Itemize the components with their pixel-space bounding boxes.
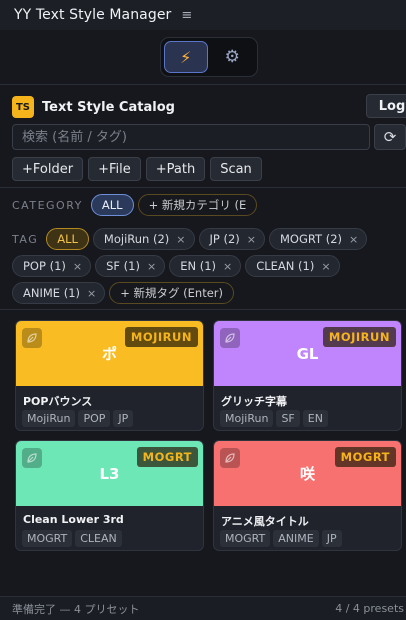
tag-chip-anime[interactable]: ANIME (1) × <box>12 282 106 304</box>
card-tag-chip: JP <box>321 530 342 547</box>
tag-chip-pop[interactable]: POP (1) × <box>12 255 92 277</box>
preset-count: 4 / 4 presets <box>335 602 404 615</box>
type-badge: MOJIRUN <box>322 327 396 347</box>
add-folder-button[interactable]: +Folder <box>12 157 84 181</box>
settings-button[interactable]: ⚙ <box>211 41 254 73</box>
lightning-icon: ⚡ <box>180 47 192 67</box>
quick-mode-button[interactable]: ⚡ <box>164 41 208 73</box>
gear-icon: ⚙ <box>224 47 240 67</box>
remove-tag-icon[interactable]: × <box>147 260 156 273</box>
status-bar: 準備完了 — 4 プリセット 4 / 4 presets <box>0 596 406 620</box>
card-tag-chip: MojiRun <box>220 410 274 427</box>
card-tag-chip: EN <box>302 410 328 427</box>
card-preview: MOJIRUN GL <box>214 321 401 386</box>
card-name: アニメ風タイトル <box>221 515 309 528</box>
card-tag-chip: MOGRT <box>220 530 271 547</box>
search-input[interactable] <box>12 124 370 150</box>
add-file-button[interactable]: +File <box>88 157 141 181</box>
divider <box>0 187 406 188</box>
card-tag-chip: MojiRun <box>22 410 76 427</box>
category-all-chip[interactable]: ALL <box>90 194 134 216</box>
new-tag-button[interactable]: + 新規タグ (Enter) <box>109 282 235 304</box>
preset-card[interactable]: MOJIRUN GL グリッチ字幕 MojiRun SF EN <box>213 320 402 431</box>
scan-button[interactable]: Scan <box>210 157 262 181</box>
tag-chip-clean[interactable]: CLEAN (1) × <box>245 255 340 277</box>
card-tags: MOGRT ANIME JP <box>214 530 401 547</box>
card-tags: MojiRun SF EN <box>214 410 401 427</box>
remove-tag-icon[interactable]: × <box>247 233 256 246</box>
divider <box>0 84 406 85</box>
tag-all-chip[interactable]: ALL <box>46 228 89 250</box>
leaf-icon <box>220 448 240 468</box>
new-category-button[interactable]: + 新規カテゴリ (E <box>137 194 258 216</box>
tag-filter: TAG ALL MojiRun (2) × JP (2) × MOGRT (2) × … <box>12 228 406 309</box>
remove-tag-icon[interactable]: × <box>223 260 232 273</box>
type-badge: MOGRT <box>334 447 396 467</box>
type-badge: MOJIRUN <box>124 327 198 347</box>
add-path-button[interactable]: +Path <box>145 157 206 181</box>
tag-chip-sf[interactable]: SF (1) × <box>95 255 166 277</box>
catalog-title: Text Style Catalog <box>42 99 175 115</box>
refresh-button[interactable]: ⟳ <box>374 124 406 150</box>
leaf-icon <box>22 448 42 468</box>
card-name: Clean Lower 3rd <box>23 513 124 526</box>
refresh-icon: ⟳ <box>383 128 397 146</box>
preview-glyph: L3 <box>99 464 120 483</box>
card-tag-chip: POP <box>78 410 111 427</box>
card-name: グリッチ字幕 <box>221 395 287 408</box>
card-preview: MOGRT L3 <box>16 441 203 506</box>
remove-tag-icon[interactable]: × <box>87 287 96 300</box>
action-toolbar: +Folder +File +Path Scan <box>12 157 267 181</box>
ts-logo-badge: TS <box>12 96 34 118</box>
status-text: 準備完了 — 4 プリセット <box>12 602 140 616</box>
tag-chip-mojirun[interactable]: MojiRun (2) × <box>92 228 195 250</box>
hamburger-icon[interactable]: ≡ <box>181 8 192 23</box>
title-bar: YY Text Style Manager ≡ <box>0 0 406 30</box>
card-preview: MOGRT 咲 <box>214 441 401 506</box>
log-button[interactable]: Log <box>366 94 406 118</box>
remove-tag-icon[interactable]: × <box>349 233 358 246</box>
preset-card[interactable]: MOGRT L3 Clean Lower 3rd MOGRT CLEAN <box>15 440 204 551</box>
tag-label: TAG <box>12 232 39 246</box>
tag-chip-mogrt[interactable]: MOGRT (2) × <box>269 228 368 250</box>
card-tag-chip: MOGRT <box>22 530 73 547</box>
preview-glyph: ポ <box>101 345 117 363</box>
mode-switcher: ⚡ ⚙ <box>160 37 258 77</box>
tag-chip-en[interactable]: EN (1) × <box>169 255 242 277</box>
remove-tag-icon[interactable]: × <box>176 233 185 246</box>
remove-tag-icon[interactable]: × <box>321 260 330 273</box>
divider <box>0 309 406 310</box>
leaf-icon <box>220 328 240 348</box>
category-filter: CATEGORY ALL + 新規カテゴリ (E <box>12 194 261 216</box>
category-label: CATEGORY <box>12 198 83 212</box>
remove-tag-icon[interactable]: × <box>73 260 82 273</box>
preview-glyph: 咲 <box>299 465 315 483</box>
leaf-icon <box>22 328 42 348</box>
card-tag-chip: CLEAN <box>75 530 122 547</box>
type-badge: MOGRT <box>136 447 198 467</box>
card-tag-chip: SF <box>276 410 300 427</box>
preview-glyph: GL <box>296 344 319 363</box>
card-preview: MOJIRUN ポ <box>16 321 203 386</box>
preset-card[interactable]: MOJIRUN ポ POPバウンス MojiRun POP JP <box>15 320 204 431</box>
card-tags: MojiRun POP JP <box>16 410 203 427</box>
card-tag-chip: ANIME <box>273 530 319 547</box>
catalog-header: TS Text Style Catalog Log <box>12 94 406 120</box>
preset-card[interactable]: MOGRT 咲 アニメ風タイトル MOGRT ANIME JP <box>213 440 402 551</box>
card-tag-chip: JP <box>113 410 134 427</box>
card-tags: MOGRT CLEAN <box>16 530 203 547</box>
tag-chip-jp[interactable]: JP (2) × <box>198 228 265 250</box>
app-title: YY Text Style Manager <box>14 7 172 23</box>
card-name: POPバウンス <box>23 395 93 408</box>
